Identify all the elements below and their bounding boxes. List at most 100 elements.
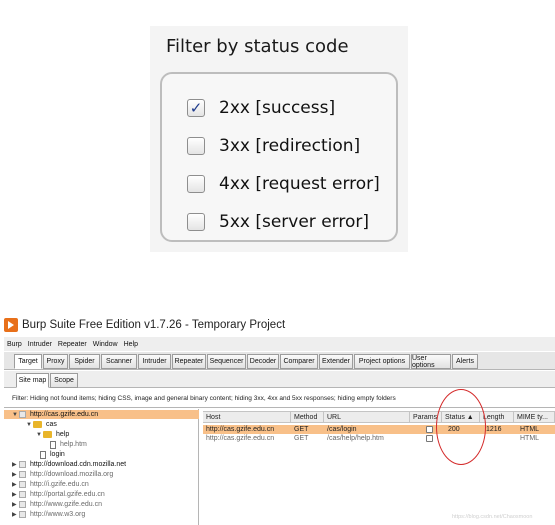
tree-node-login[interactable]: login [40,450,65,459]
column-url[interactable]: URL [324,412,410,423]
tree-node-www-gzife[interactable]: ▶ http://www.gzife.edu.cn [12,500,102,509]
cell-url: /cas/login [327,426,357,433]
burp-logo-icon [4,318,18,332]
tree-node-label: help [56,431,70,438]
tree-node-label: help.htm [60,441,87,448]
tree-node-label: http://www.gzife.edu.cn [30,501,102,508]
subtab-scope[interactable]: Scope [50,373,78,388]
option-label-3xx: 3xx [redirection] [219,136,361,156]
tab-repeater[interactable]: Repeater [172,354,206,369]
watermark-text: https://blog.csdn.net/Chaosmoon [452,514,533,520]
cell-length: 1216 [486,426,502,433]
tree-node-label: cas [46,421,57,428]
file-icon [50,440,56,449]
filter-panel-title: Filter by status code [166,36,349,57]
menu-burp[interactable]: Burp [7,341,22,348]
folder-icon [33,421,42,428]
tree-node-download-mozilla[interactable]: ▶ http://download.mozilla.org [12,470,113,479]
cell-host: http://cas.gzife.edu.cn [206,435,275,442]
expand-arrow-icon[interactable]: ▶ [12,461,19,468]
sitemap-tree: ▼ http://cas.gzife.edu.cn ▼ cas ▼ help h… [4,409,199,525]
expand-arrow-icon[interactable]: ▶ [12,501,19,508]
status-filter-group: ✓ 2xx [success] 3xx [redirection] 4xx [r… [160,72,398,242]
filter-text: Filter: Hiding not found items; hiding C… [12,394,396,402]
cell-length [483,434,486,443]
tree-node-label: http://i.gzife.edu.cn [30,481,89,488]
column-method[interactable]: Method [291,412,324,423]
cell-params [423,425,433,434]
status-3xx-option[interactable]: 3xx [redirection] [187,136,360,156]
status-5xx-option[interactable]: 5xx [server error] [187,212,369,232]
checkbox-4xx[interactable] [187,175,205,193]
table-row[interactable]: http://cas.gzife.edu.cn GET /cas/help/he… [203,434,555,443]
tab-spider[interactable]: Spider [69,354,100,369]
window-titlebar: Burp Suite Free Edition v1.7.26 - Tempor… [4,316,285,334]
cell-method: GET [294,426,309,433]
tree-node-i-gzife[interactable]: ▶ http://i.gzife.edu.cn [12,480,89,489]
host-icon [19,501,26,508]
cell-status [445,434,448,443]
tab-intruder[interactable]: Intruder [138,354,171,369]
expand-arrow-icon[interactable]: ▼ [36,432,43,438]
host-icon [19,411,26,418]
sitemap-filter-bar[interactable]: Filter: Hiding not found items; hiding C… [4,389,555,408]
column-length[interactable]: Length [480,412,514,423]
table-row[interactable]: http://cas.gzife.edu.cn GET /cas/login 2… [203,425,555,434]
burp-window: Burp Suite Free Edition v1.7.26 - Tempor… [4,316,555,525]
host-icon [19,461,26,468]
tree-node-cas-gzife[interactable]: ▼ http://cas.gzife.edu.cn [4,410,199,419]
menu-bar: Burp Intruder Repeater Window Help [4,337,555,351]
cell-mime: HTML [520,435,540,442]
column-status[interactable]: Status ▲ [442,412,480,423]
status-2xx-option[interactable]: ✓ 2xx [success] [187,98,335,118]
expand-arrow-icon[interactable]: ▶ [12,471,19,478]
tab-scanner[interactable]: Scanner [101,354,137,369]
checkbox-5xx[interactable] [187,213,205,231]
tab-project-options[interactable]: Project options [354,354,410,369]
window-title: Burp Suite Free Edition v1.7.26 - Tempor… [22,319,286,331]
requests-table: Host Method URL Params Status ▲ Length M… [203,409,555,525]
tree-node-help-htm[interactable]: help.htm [50,440,87,449]
subtab-site-map[interactable]: Site map [16,373,49,388]
menu-help[interactable]: Help [124,341,138,348]
column-host[interactable]: Host [203,412,291,423]
menu-repeater[interactable]: Repeater [58,341,87,348]
tab-extender[interactable]: Extender [319,354,353,369]
expand-arrow-icon[interactable]: ▶ [12,491,19,498]
status-filter-zoom-panel: Filter by status code ✓ 2xx [success] 3x… [150,26,408,252]
menu-window[interactable]: Window [93,341,118,348]
main-tab-bar: Target Proxy Spider Scanner Intruder Rep… [4,352,555,370]
menu-intruder[interactable]: Intruder [28,341,52,348]
column-mime-type[interactable]: MIME ty... [514,412,555,423]
params-checkbox [426,426,433,433]
tree-node-label: http://cas.gzife.edu.cn [30,411,99,418]
column-params[interactable]: Params [410,412,442,423]
host-icon [19,491,26,498]
tab-decoder[interactable]: Decoder [247,354,279,369]
tab-proxy[interactable]: Proxy [43,354,68,369]
expand-arrow-icon[interactable]: ▼ [26,422,33,428]
option-label-4xx: 4xx [request error] [219,174,380,194]
tree-node-portal-gzife[interactable]: ▶ http://portal.gzife.edu.cn [12,490,105,499]
tree-node-label: login [50,451,65,458]
expand-arrow-icon[interactable]: ▶ [12,511,19,518]
expand-arrow-icon[interactable]: ▶ [12,481,19,488]
checkbox-2xx[interactable]: ✓ [187,99,205,117]
cell-params [423,434,433,443]
tab-user-options[interactable]: User options [411,354,451,369]
host-icon [19,511,26,518]
host-icon [19,471,26,478]
checkbox-3xx[interactable] [187,137,205,155]
tab-target[interactable]: Target [14,354,42,369]
status-4xx-option[interactable]: 4xx [request error] [187,174,380,194]
tree-node-cas[interactable]: ▼ cas [26,420,57,429]
target-subtab-bar: Site map Scope [4,371,555,388]
tab-sequencer[interactable]: Sequencer [207,354,246,369]
tab-comparer[interactable]: Comparer [280,354,318,369]
tab-alerts[interactable]: Alerts [452,354,478,369]
tree-node-w3[interactable]: ▶ http://www.w3.org [12,510,85,519]
expand-arrow-icon[interactable]: ▼ [12,412,19,418]
tree-node-help[interactable]: ▼ help [36,430,69,439]
tree-node-download-cdn[interactable]: ▶ http://download.cdn.mozilla.net [12,460,126,469]
cell-method: GET [294,435,309,442]
